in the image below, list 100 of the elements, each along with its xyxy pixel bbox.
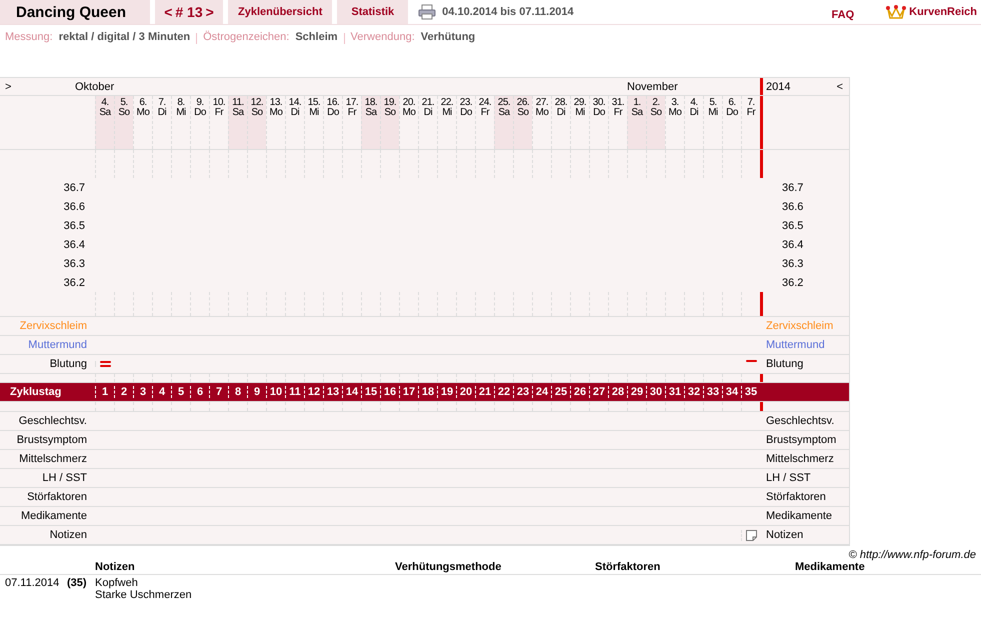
setting-value: Schleim (295, 31, 338, 43)
note-date: 07.11.2014 (5, 577, 60, 589)
faq-link[interactable]: FAQ (832, 9, 854, 21)
temperature-label: 36.3 (64, 258, 85, 270)
cycle-day-number: 35 (741, 386, 760, 398)
row-label: Störfaktoren (765, 491, 827, 503)
day-header: 21. Di (418, 96, 437, 149)
cycle-day-number: 3 (133, 386, 152, 398)
temperature-label: 36.5 (64, 220, 85, 232)
day-header: 29. Mi (570, 96, 589, 149)
cycle-day-number: 30 (646, 386, 665, 398)
row-label: Muttermund (27, 339, 88, 351)
day-header: 16. Do (323, 96, 342, 149)
day-header: 9. Do (190, 96, 209, 149)
cycle-day-number: 4 (152, 386, 171, 398)
cycle-day-number: 27 (589, 386, 608, 398)
row-label: Medikamente (20, 510, 88, 522)
row-label: Geschlechtsv. (765, 415, 836, 427)
row-label: Mittelschmerz (765, 453, 835, 465)
setting-value: rektal / digital / 3 Minuten (58, 31, 190, 43)
day-header: 30. Do (589, 96, 608, 149)
temperature-label: 36.6 (782, 200, 804, 212)
temperature-label: 36.3 (782, 258, 804, 270)
cycle-day-number: 14 (342, 386, 361, 398)
cycle-day-number: 29 (627, 386, 646, 398)
scroll-right-link[interactable]: < (836, 80, 843, 92)
cycle-day-number: 12 (304, 386, 323, 398)
cycle-day-number: 26 (570, 386, 589, 398)
temperature-label: 36.4 (782, 238, 804, 250)
cycle-day-number: 9 (247, 386, 266, 398)
logo-text: KurvenReich (909, 6, 977, 18)
previous-cycle-link[interactable]: < (164, 4, 172, 20)
cycle-day-number: 28 (608, 386, 627, 398)
row-label: Notizen (765, 529, 804, 541)
day-header: 13. Mo (266, 96, 285, 149)
printer-icon[interactable] (418, 4, 436, 20)
column-header: Notizen (95, 561, 135, 573)
row-label: Blutung (765, 358, 804, 370)
temperature-label: 36.5 (782, 220, 804, 232)
row-label: Muttermund (765, 339, 826, 351)
day-header: 7. Di (152, 96, 171, 149)
cycle-day-number: 33 (703, 386, 722, 398)
crown-icon (886, 4, 906, 20)
cycle-number: # 13 (175, 4, 203, 20)
row-label: Notizen (48, 529, 88, 541)
column-header: Störfaktoren (595, 561, 660, 573)
next-cycle-link[interactable]: > (206, 4, 214, 20)
day-header: 27. Mo (532, 96, 551, 149)
row-label: Brustsymptom (765, 434, 838, 446)
setting-value: Verhütung (420, 31, 476, 43)
day-header: 5. So (114, 96, 133, 149)
row-label: Mittelschmerz (18, 453, 88, 465)
day-header: 28. Di (551, 96, 570, 149)
temperature-label: 36.2 (64, 276, 85, 288)
cycle-day-number: 31 (665, 386, 684, 398)
day-header: 3. Mo (665, 96, 684, 149)
day-header: 19. So (380, 96, 399, 149)
note-icon[interactable] (746, 530, 756, 540)
row-label: Zervixschleim (765, 320, 834, 332)
row-label: Zervixschleim (18, 320, 88, 332)
cycle-day-number: 17 (399, 386, 418, 398)
cycle-day-number: 21 (475, 386, 494, 398)
row-label: Geschlechtsv. (18, 415, 88, 427)
day-header: 23. Do (456, 96, 475, 149)
cycle-day-number: 32 (684, 386, 703, 398)
day-header: 11. Sa (228, 96, 247, 149)
cycle-day-number: 2 (114, 386, 133, 398)
day-header: 14. Di (285, 96, 304, 149)
note-text: Kopfweh (95, 577, 139, 589)
cycle-day-number: 18 (418, 386, 437, 398)
year-label: 2014 (766, 80, 790, 92)
column-header: Medikamente (795, 561, 865, 573)
day-header: 25. Sa (494, 96, 513, 149)
scroll-left-link[interactable]: > (5, 80, 12, 92)
cycle-day-number: 1 (95, 386, 114, 398)
cycle-day-label: Zyklustag (10, 386, 62, 398)
setting-label: Östrogenzeichen: (203, 31, 290, 43)
nav-tab[interactable]: Statistik (337, 0, 408, 24)
day-header: 4. Sa (95, 96, 114, 149)
cycle-day-number: 11 (285, 386, 304, 398)
day-header: 22. Mi (437, 96, 456, 149)
day-header: 1. Sa (627, 96, 646, 149)
column-header: Verhütungsmethode (395, 561, 502, 573)
row-label: LH / SST (765, 472, 812, 484)
month-label: Oktober (75, 80, 114, 92)
cycle-day-number: 13 (323, 386, 342, 398)
date-range: 04.10.2014 bis 07.11.2014 (442, 6, 574, 18)
day-header: 15. Mi (304, 96, 323, 149)
note-text: Starke Uschmerzen (95, 589, 192, 601)
day-header: 5. Mi (703, 96, 722, 149)
day-header: 18. Sa (361, 96, 380, 149)
cycle-day-number: 23 (513, 386, 532, 398)
cycle-day-number: 16 (380, 386, 399, 398)
cycle-day-number: 15 (361, 386, 380, 398)
row-label: Blutung (48, 358, 88, 370)
copyright-text: © http://www.nfp-forum.de (848, 549, 976, 561)
temperature-label: 36.6 (64, 200, 85, 212)
cycle-day-number: 6 (190, 386, 209, 398)
nav-tab[interactable]: Zyklenübersicht (228, 0, 332, 24)
temperature-label: 36.2 (782, 276, 804, 288)
